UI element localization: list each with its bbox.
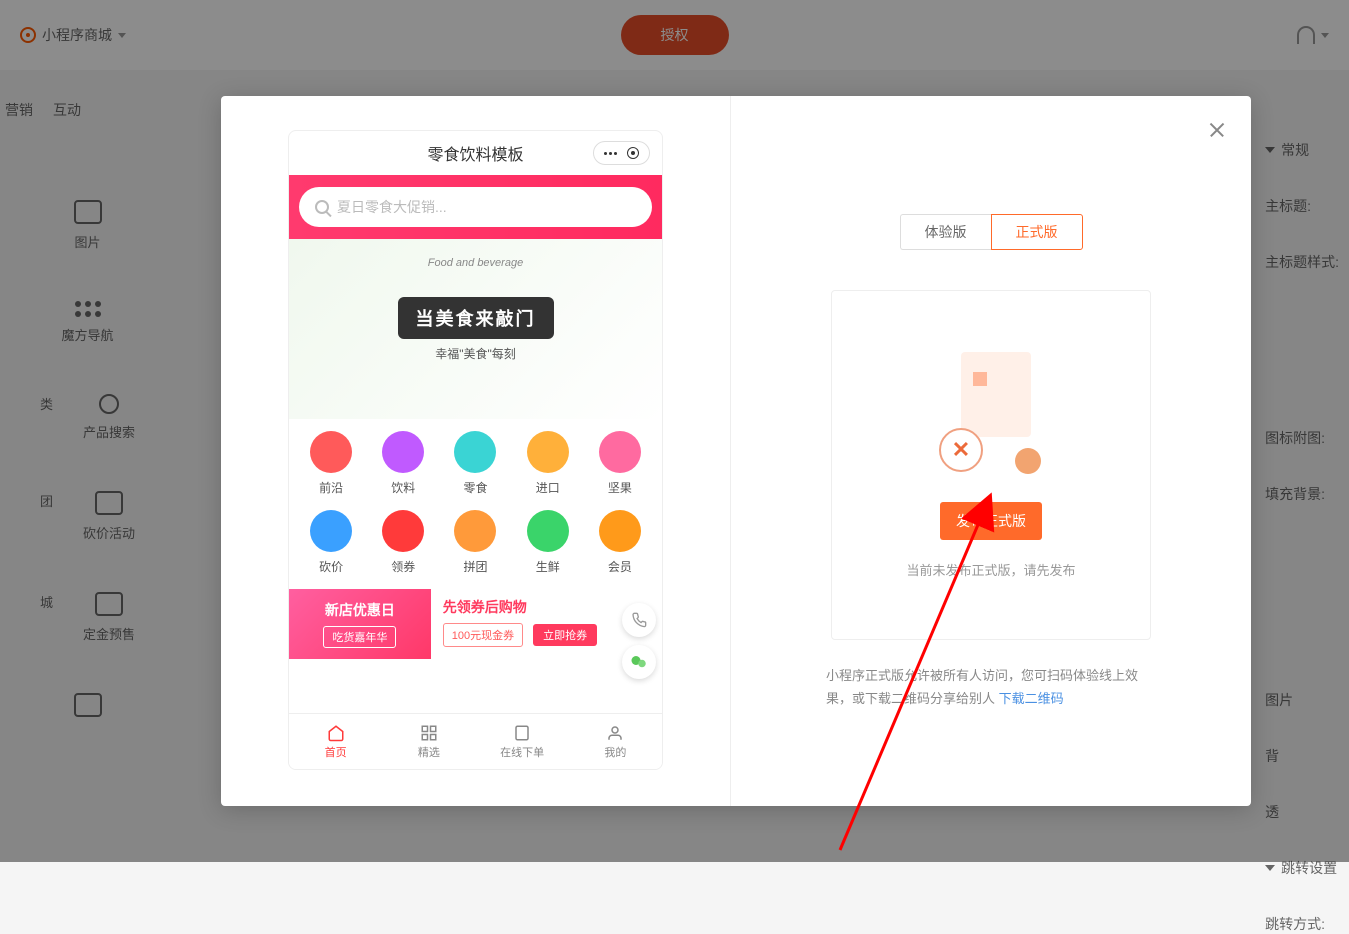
publish-modal: 零食饮料模板 夏日零食大促销... Food and beverage 当美食来… <box>221 96 1251 806</box>
category-item[interactable]: 生鲜 <box>514 510 582 575</box>
category-item[interactable]: 会员 <box>586 510 654 575</box>
category-icon <box>599 510 641 552</box>
category-label: 领券 <box>391 558 415 575</box>
tab-icon <box>420 724 438 742</box>
modal-preview-pane: 零食饮料模板 夏日零食大促销... Food and beverage 当美食来… <box>221 96 731 806</box>
hero-banner[interactable]: Food and beverage 当美食来敲门 幸福"美食"每刻 <box>289 239 662 419</box>
category-icon <box>527 431 569 473</box>
menu-icon <box>604 152 617 155</box>
phone-title: 零食饮料模板 <box>427 141 523 165</box>
category-label: 坚果 <box>608 479 632 496</box>
category-label: 砍价 <box>319 558 343 575</box>
tab-label: 在线下单 <box>500 744 544 760</box>
prop-jump-mode: 跳转方式: <box>1265 914 1339 934</box>
tab-首页[interactable]: 首页 <box>289 714 382 769</box>
promo-left[interactable]: 新店优惠日 吃货嘉年华 <box>289 589 431 659</box>
category-item[interactable]: 前沿 <box>297 431 365 496</box>
tab-我的[interactable]: 我的 <box>569 714 662 769</box>
tab-icon <box>513 724 531 742</box>
banner-subtitle: 幸福"美食"每刻 <box>435 345 516 362</box>
wechat-float-icon[interactable] <box>622 645 656 679</box>
tab-在线下单[interactable]: 在线下单 <box>476 714 569 769</box>
category-item[interactable]: 坚果 <box>586 431 654 496</box>
category-icon <box>310 510 352 552</box>
version-tabs: 体验版 正式版 <box>755 214 1227 250</box>
banner-title: 当美食来敲门 <box>398 297 554 339</box>
wechat-capsule[interactable] <box>593 141 650 165</box>
category-label: 生鲜 <box>536 558 560 575</box>
category-label: 拼团 <box>463 558 487 575</box>
publish-official-button[interactable]: 发布正式版 <box>940 502 1042 540</box>
category-icon <box>310 431 352 473</box>
category-label: 饮料 <box>391 479 415 496</box>
tab-label: 我的 <box>604 744 626 760</box>
triangle-down-icon <box>1265 865 1275 871</box>
category-label: 会员 <box>608 558 632 575</box>
info-text-content: 小程序正式版允许被所有人访问，您可扫码体验线上效果，或下载二维码分享给别人 <box>826 668 1138 706</box>
category-grid: 前沿 饮料 零食 进口 坚果砍价 领券 拼团 生鲜 会员 <box>289 419 662 581</box>
bottom-tab-bar: 首页 精选 在线下单 我的 <box>289 713 662 769</box>
download-qr-link[interactable]: 下载二维码 <box>999 691 1064 706</box>
float-actions <box>622 603 656 679</box>
category-label: 进口 <box>536 479 560 496</box>
tab-official-version[interactable]: 正式版 <box>991 214 1083 250</box>
promo-left-title: 新店优惠日 <box>325 600 395 620</box>
phone-header: 零食饮料模板 <box>289 131 662 175</box>
promo-row: 新店优惠日 吃货嘉年华 先领券后购物 100元现金券 立即抢券 <box>289 589 662 659</box>
status-text: 当前未发布正式版，请先发布 <box>906 560 1075 579</box>
search-band: 夏日零食大促销... <box>289 175 662 239</box>
category-item[interactable]: 饮料 <box>369 431 437 496</box>
category-icon <box>454 431 496 473</box>
category-label: 前沿 <box>319 479 343 496</box>
banner-script: Food and beverage <box>428 257 523 269</box>
category-label: 零食 <box>463 479 487 496</box>
category-icon <box>454 510 496 552</box>
tab-icon <box>606 724 624 742</box>
category-icon <box>599 431 641 473</box>
category-item[interactable]: 零食 <box>441 431 509 496</box>
error-icon: ✕ <box>939 428 983 472</box>
close-button[interactable] <box>1209 122 1225 138</box>
category-icon <box>527 510 569 552</box>
grab-button[interactable]: 立即抢券 <box>533 624 597 646</box>
category-icon <box>382 510 424 552</box>
empty-state-illustration: ✕ <box>911 352 1071 482</box>
modal-action-pane: 体验版 正式版 ✕ 发布正式版 当前未发布正式版，请先发布 小程序正式版允许被所… <box>731 96 1251 806</box>
promo-left-button[interactable]: 吃货嘉年华 <box>323 626 396 648</box>
category-item[interactable]: 拼团 <box>441 510 509 575</box>
close-target-icon <box>627 147 639 159</box>
promo-right-title: 先领券后购物 <box>443 597 527 617</box>
tab-label: 精选 <box>418 744 440 760</box>
coupon-chip[interactable]: 100元现金券 <box>443 623 523 647</box>
phone-preview: 零食饮料模板 夏日零食大促销... Food and beverage 当美食来… <box>288 130 663 770</box>
tab-trial-version[interactable]: 体验版 <box>900 214 991 250</box>
phone-float-icon[interactable] <box>622 603 656 637</box>
status-card: ✕ 发布正式版 当前未发布正式版，请先发布 <box>831 290 1151 640</box>
search-icon <box>315 200 329 214</box>
tab-label: 首页 <box>325 744 347 760</box>
search-input[interactable]: 夏日零食大促销... <box>299 187 652 227</box>
search-placeholder: 夏日零食大促销... <box>337 197 447 217</box>
info-text: 小程序正式版允许被所有人访问，您可扫码体验线上效果，或下载二维码分享给别人 下载… <box>826 664 1156 711</box>
category-item[interactable]: 进口 <box>514 431 582 496</box>
tab-icon <box>327 724 345 742</box>
category-icon <box>382 431 424 473</box>
category-item[interactable]: 砍价 <box>297 510 365 575</box>
category-item[interactable]: 领券 <box>369 510 437 575</box>
tab-精选[interactable]: 精选 <box>382 714 475 769</box>
